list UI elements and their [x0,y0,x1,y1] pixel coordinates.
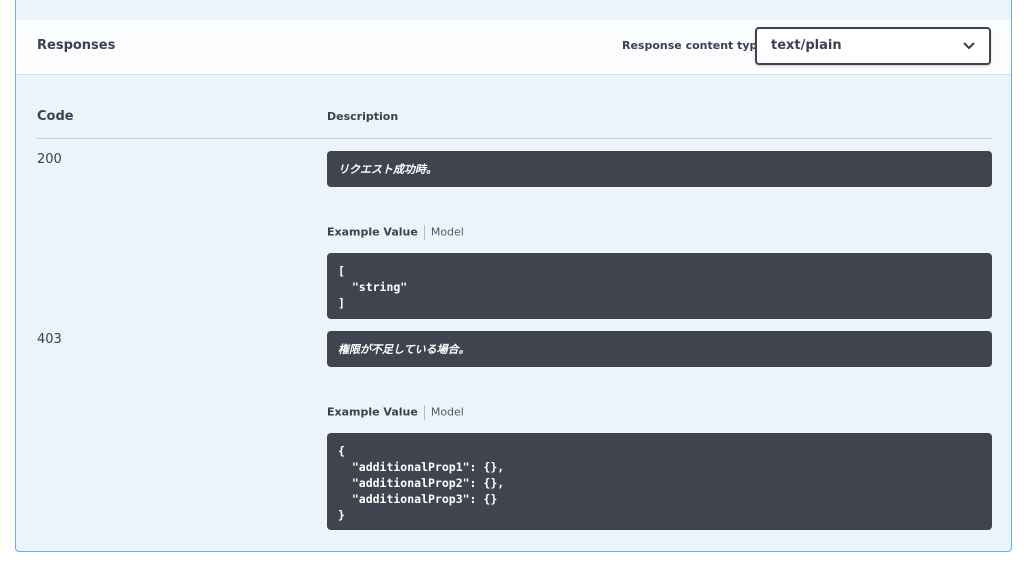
column-header-description: Description [327,110,399,123]
response-code-403: 403 [37,332,62,347]
responses-title: Responses [37,38,116,53]
tab-divider [423,405,425,420]
response-content-type-label: Response content type [622,39,765,52]
tab-divider [423,225,425,240]
example-code-text: [ "string" ] [338,264,408,310]
tab-model[interactable]: Model [431,406,464,419]
table-header-divider [37,138,992,139]
tab-example-value[interactable]: Example Value [327,226,418,239]
example-code-403: { "additionalProp1": {}, "additionalProp… [327,433,992,530]
response-description-text: リクエスト成功時。 [338,163,437,176]
example-tabs-403: Example Value Model [327,405,464,423]
tab-model[interactable]: Model [431,226,464,239]
response-content-type-select[interactable]: text/plain [755,27,991,65]
responses-panel: Responses Response content type text/pla… [15,0,1012,552]
tab-example-value[interactable]: Example Value [327,406,418,419]
example-code-text: { "additionalProp1": {}, "additionalProp… [338,444,505,522]
response-description-200: リクエスト成功時。 [327,151,992,187]
example-code-200: [ "string" ] [327,253,992,319]
response-description-text: 権限が不足している場合。 [338,343,470,356]
example-tabs-200: Example Value Model [327,225,464,243]
response-description-403: 権限が不足している場合。 [327,331,992,367]
response-code-200: 200 [37,152,62,167]
responses-header: Responses Response content type text/pla… [16,20,1011,75]
response-content-type-value: text/plain [771,38,842,53]
chevron-down-icon [963,42,975,49]
column-header-code: Code [37,109,74,124]
